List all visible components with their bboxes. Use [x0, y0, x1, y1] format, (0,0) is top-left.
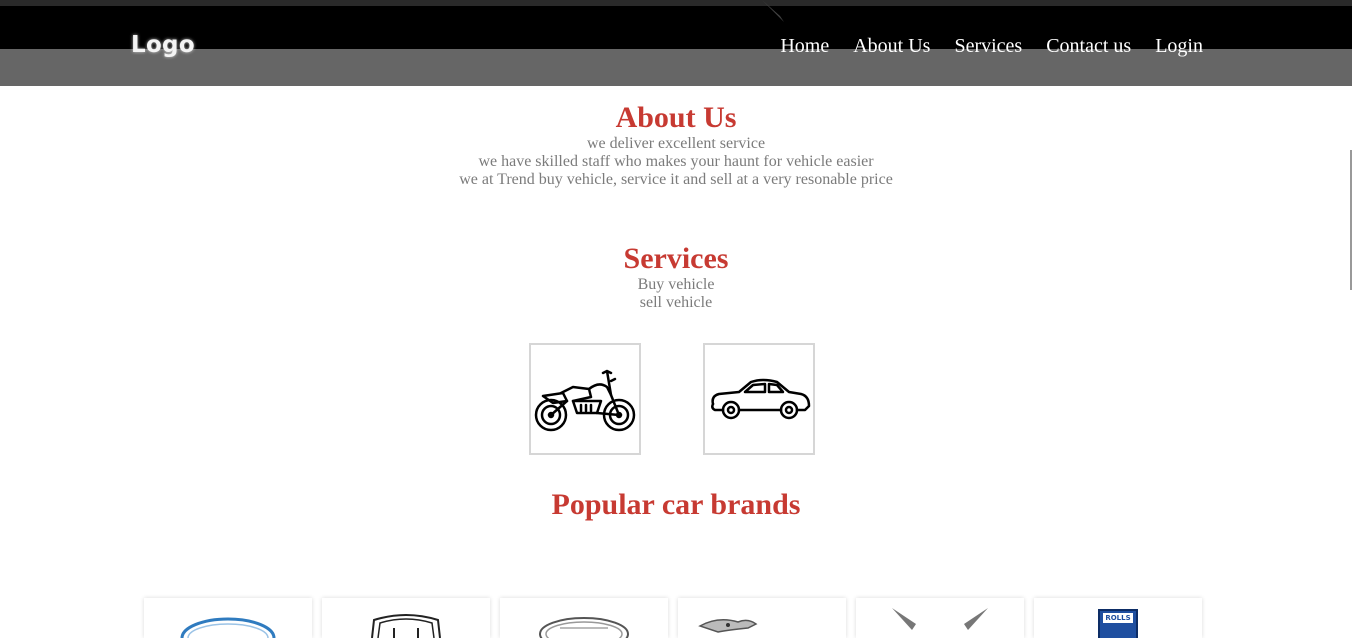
brand-card-honda[interactable]: [322, 598, 490, 638]
main-nav: Home About Us Services Contact us Login: [780, 33, 1203, 59]
brand-logo-row: [144, 598, 1202, 638]
nav-contact-us[interactable]: Contact us: [1046, 33, 1131, 59]
about-section: About Us we deliver excellent service we…: [0, 101, 1352, 189]
brand-card-5[interactable]: [856, 598, 1024, 638]
site-logo[interactable]: Logo: [131, 32, 195, 58]
brand-card-3[interactable]: [500, 598, 668, 638]
nav-home[interactable]: Home: [780, 33, 829, 59]
jaguar-logo: [698, 619, 758, 633]
about-title: About Us: [615, 101, 737, 134]
rolls-royce-logo-text: ROLLS: [1105, 614, 1131, 622]
services-line-buy: Buy vehicle: [637, 276, 715, 293]
nav-login[interactable]: Login: [1155, 33, 1203, 59]
brands-section-heading: Popular car brands: [0, 488, 1352, 522]
brand-logo: [892, 608, 988, 630]
brand-card-jaguar[interactable]: [678, 598, 846, 638]
services-line-sell: sell vehicle: [639, 294, 713, 311]
car-brand-logo: [539, 617, 629, 638]
car-service-card[interactable]: [703, 343, 815, 455]
brands-title: Popular car brands: [551, 488, 801, 521]
motorcycle-service-card[interactable]: [529, 343, 641, 455]
about-line-3: we at Trend buy vehicle, service it and …: [459, 171, 893, 188]
services-title: Services: [623, 242, 729, 275]
honda-logo: [371, 614, 441, 638]
brand-card-ford[interactable]: [144, 598, 312, 638]
about-line-2: we have skilled staff who makes your hau…: [478, 153, 874, 170]
services-section: Services Buy vehicle sell vehicle: [0, 242, 1352, 312]
about-line-1: we deliver excellent service: [586, 135, 766, 152]
car-icon: [711, 378, 811, 420]
ford-logo: [180, 617, 276, 638]
motorcycle-icon: [534, 369, 636, 432]
nav-services[interactable]: Services: [954, 33, 1022, 59]
nav-about-us[interactable]: About Us: [853, 33, 930, 59]
